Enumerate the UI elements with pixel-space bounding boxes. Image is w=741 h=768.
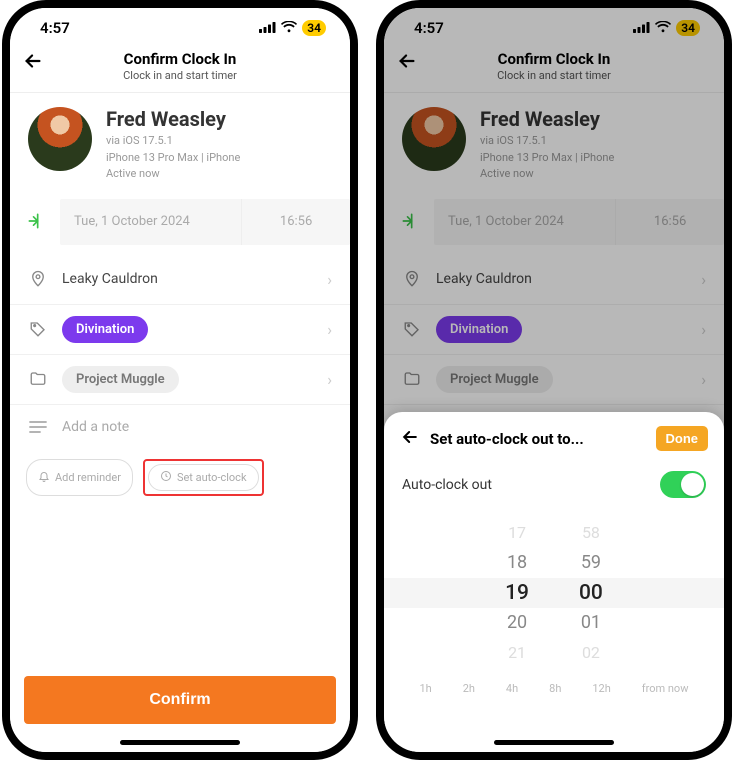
cellular-icon xyxy=(633,19,650,37)
notes-icon xyxy=(28,420,48,434)
quick-2h[interactable]: 2h xyxy=(463,682,475,695)
time-picker[interactable]: 17 18 19 20 21 58 59 00 01 02 xyxy=(400,518,708,668)
tag-row[interactable]: Divination › xyxy=(384,305,724,355)
page-title: Confirm Clock In xyxy=(384,50,724,68)
location-label: Leaky Cauldron xyxy=(62,271,313,287)
clockin-bar[interactable]: Tue, 1 October 2024 16:56 xyxy=(434,199,724,245)
user-device: iPhone 13 Pro Max | iPhone xyxy=(480,150,614,167)
location-label: Leaky Cauldron xyxy=(436,271,687,287)
tag-pill: Divination xyxy=(436,316,522,343)
folder-icon xyxy=(402,370,422,388)
user-status: Active now xyxy=(106,166,240,183)
chevron-right-icon: › xyxy=(327,270,332,289)
project-pill: Project Muggle xyxy=(62,366,179,393)
back-icon[interactable] xyxy=(22,50,44,78)
sheet-title: Set auto-clock out to... xyxy=(430,430,646,448)
screen-header: Confirm Clock In Clock in and start time… xyxy=(10,48,350,93)
status-time: 4:57 xyxy=(414,19,444,37)
quick-1h[interactable]: 1h xyxy=(419,682,431,695)
toggle-switch[interactable] xyxy=(660,471,706,498)
avatar xyxy=(402,107,466,171)
quick-8h[interactable]: 8h xyxy=(549,682,561,695)
battery-indicator: 34 xyxy=(676,20,700,36)
location-icon xyxy=(402,270,422,288)
login-icon xyxy=(26,211,46,235)
quick-durations: 1h 2h 4h 8h 12h from now xyxy=(400,668,708,695)
back-icon[interactable] xyxy=(396,50,418,78)
location-row[interactable]: Leaky Cauldron › xyxy=(384,255,724,305)
note-row[interactable]: Add a note xyxy=(10,405,350,449)
clockin-date[interactable]: Tue, 1 October 2024 xyxy=(434,199,616,245)
quick-4h[interactable]: 4h xyxy=(506,682,518,695)
page-subtitle: Clock in and start timer xyxy=(10,69,350,82)
status-bar: 4:57 34 xyxy=(384,8,724,48)
autoclock-chip-label: Set auto-clock xyxy=(177,471,247,484)
user-block: Fred Weasley via iOS 17.5.1 iPhone 13 Pr… xyxy=(384,93,724,195)
clockin-bar[interactable]: Tue, 1 October 2024 16:56 xyxy=(60,199,350,245)
user-status: Active now xyxy=(480,166,614,183)
location-row[interactable]: Leaky Cauldron › xyxy=(10,255,350,305)
done-button[interactable]: Done xyxy=(656,426,709,451)
user-name: Fred Weasley xyxy=(106,107,240,131)
confirm-button[interactable]: Confirm xyxy=(24,676,336,724)
tag-row[interactable]: Divination › xyxy=(10,305,350,355)
folder-icon xyxy=(28,370,48,388)
home-indicator[interactable] xyxy=(120,740,240,745)
user-block: Fred Weasley via iOS 17.5.1 iPhone 13 Pr… xyxy=(10,93,350,195)
project-row[interactable]: Project Muggle › xyxy=(10,355,350,405)
picker-hours[interactable]: 17 18 19 20 21 xyxy=(505,518,529,668)
avatar xyxy=(28,107,92,171)
page-title: Confirm Clock In xyxy=(10,50,350,68)
autoclock-sheet: Set auto-clock out to... Done Auto-clock… xyxy=(384,412,724,752)
clockin-date[interactable]: Tue, 1 October 2024 xyxy=(60,199,242,245)
clockin-time[interactable]: 16:56 xyxy=(242,199,350,245)
user-os: via iOS 17.5.1 xyxy=(106,133,240,150)
user-os: via iOS 17.5.1 xyxy=(480,133,614,150)
project-pill: Project Muggle xyxy=(436,366,553,393)
autoclock-highlight: Set auto-clock xyxy=(143,459,264,496)
chevron-right-icon: › xyxy=(327,370,332,389)
chevron-right-icon: › xyxy=(701,370,706,389)
status-bar: 4:57 34 xyxy=(10,8,350,48)
phone-screenshot-main: 4:57 34 Confirm Clock In Clock in and st… xyxy=(2,0,358,760)
location-icon xyxy=(28,270,48,288)
quick-from-now[interactable]: from now xyxy=(642,682,689,695)
chevron-right-icon: › xyxy=(701,270,706,289)
bell-icon xyxy=(38,470,50,485)
tag-pill: Divination xyxy=(62,316,148,343)
page-subtitle: Clock in and start timer xyxy=(384,69,724,82)
autoclock-toggle-row[interactable]: Auto-clock out xyxy=(400,451,708,512)
cellular-icon xyxy=(259,19,276,37)
note-placeholder: Add a note xyxy=(62,419,129,435)
clockin-time[interactable]: 16:56 xyxy=(616,199,724,245)
toggle-label: Auto-clock out xyxy=(402,477,492,493)
home-indicator[interactable] xyxy=(494,740,614,745)
chevron-right-icon: › xyxy=(327,320,332,339)
wifi-icon xyxy=(281,19,297,37)
sheet-back-icon[interactable] xyxy=(400,427,420,451)
wifi-icon xyxy=(655,19,671,37)
status-time: 4:57 xyxy=(40,19,70,37)
user-device: iPhone 13 Pro Max | iPhone xyxy=(106,150,240,167)
user-name: Fred Weasley xyxy=(480,107,614,131)
screen-header: Confirm Clock In Clock in and start time… xyxy=(384,48,724,93)
set-autoclock-chip[interactable]: Set auto-clock xyxy=(148,464,259,491)
quick-12h[interactable]: 12h xyxy=(592,682,610,695)
add-reminder-chip[interactable]: Add reminder xyxy=(26,459,133,496)
reminder-chip-label: Add reminder xyxy=(55,471,121,484)
picker-minutes[interactable]: 58 59 00 01 02 xyxy=(579,518,603,668)
clock-icon xyxy=(160,470,172,485)
tag-icon xyxy=(28,320,48,338)
tag-icon xyxy=(402,320,422,338)
phone-screenshot-sheet: 4:57 34 Confirm Clock In Clock in and st… xyxy=(376,0,732,760)
chevron-right-icon: › xyxy=(701,320,706,339)
battery-indicator: 34 xyxy=(302,20,326,36)
login-icon xyxy=(400,211,420,235)
project-row[interactable]: Project Muggle › xyxy=(384,355,724,405)
